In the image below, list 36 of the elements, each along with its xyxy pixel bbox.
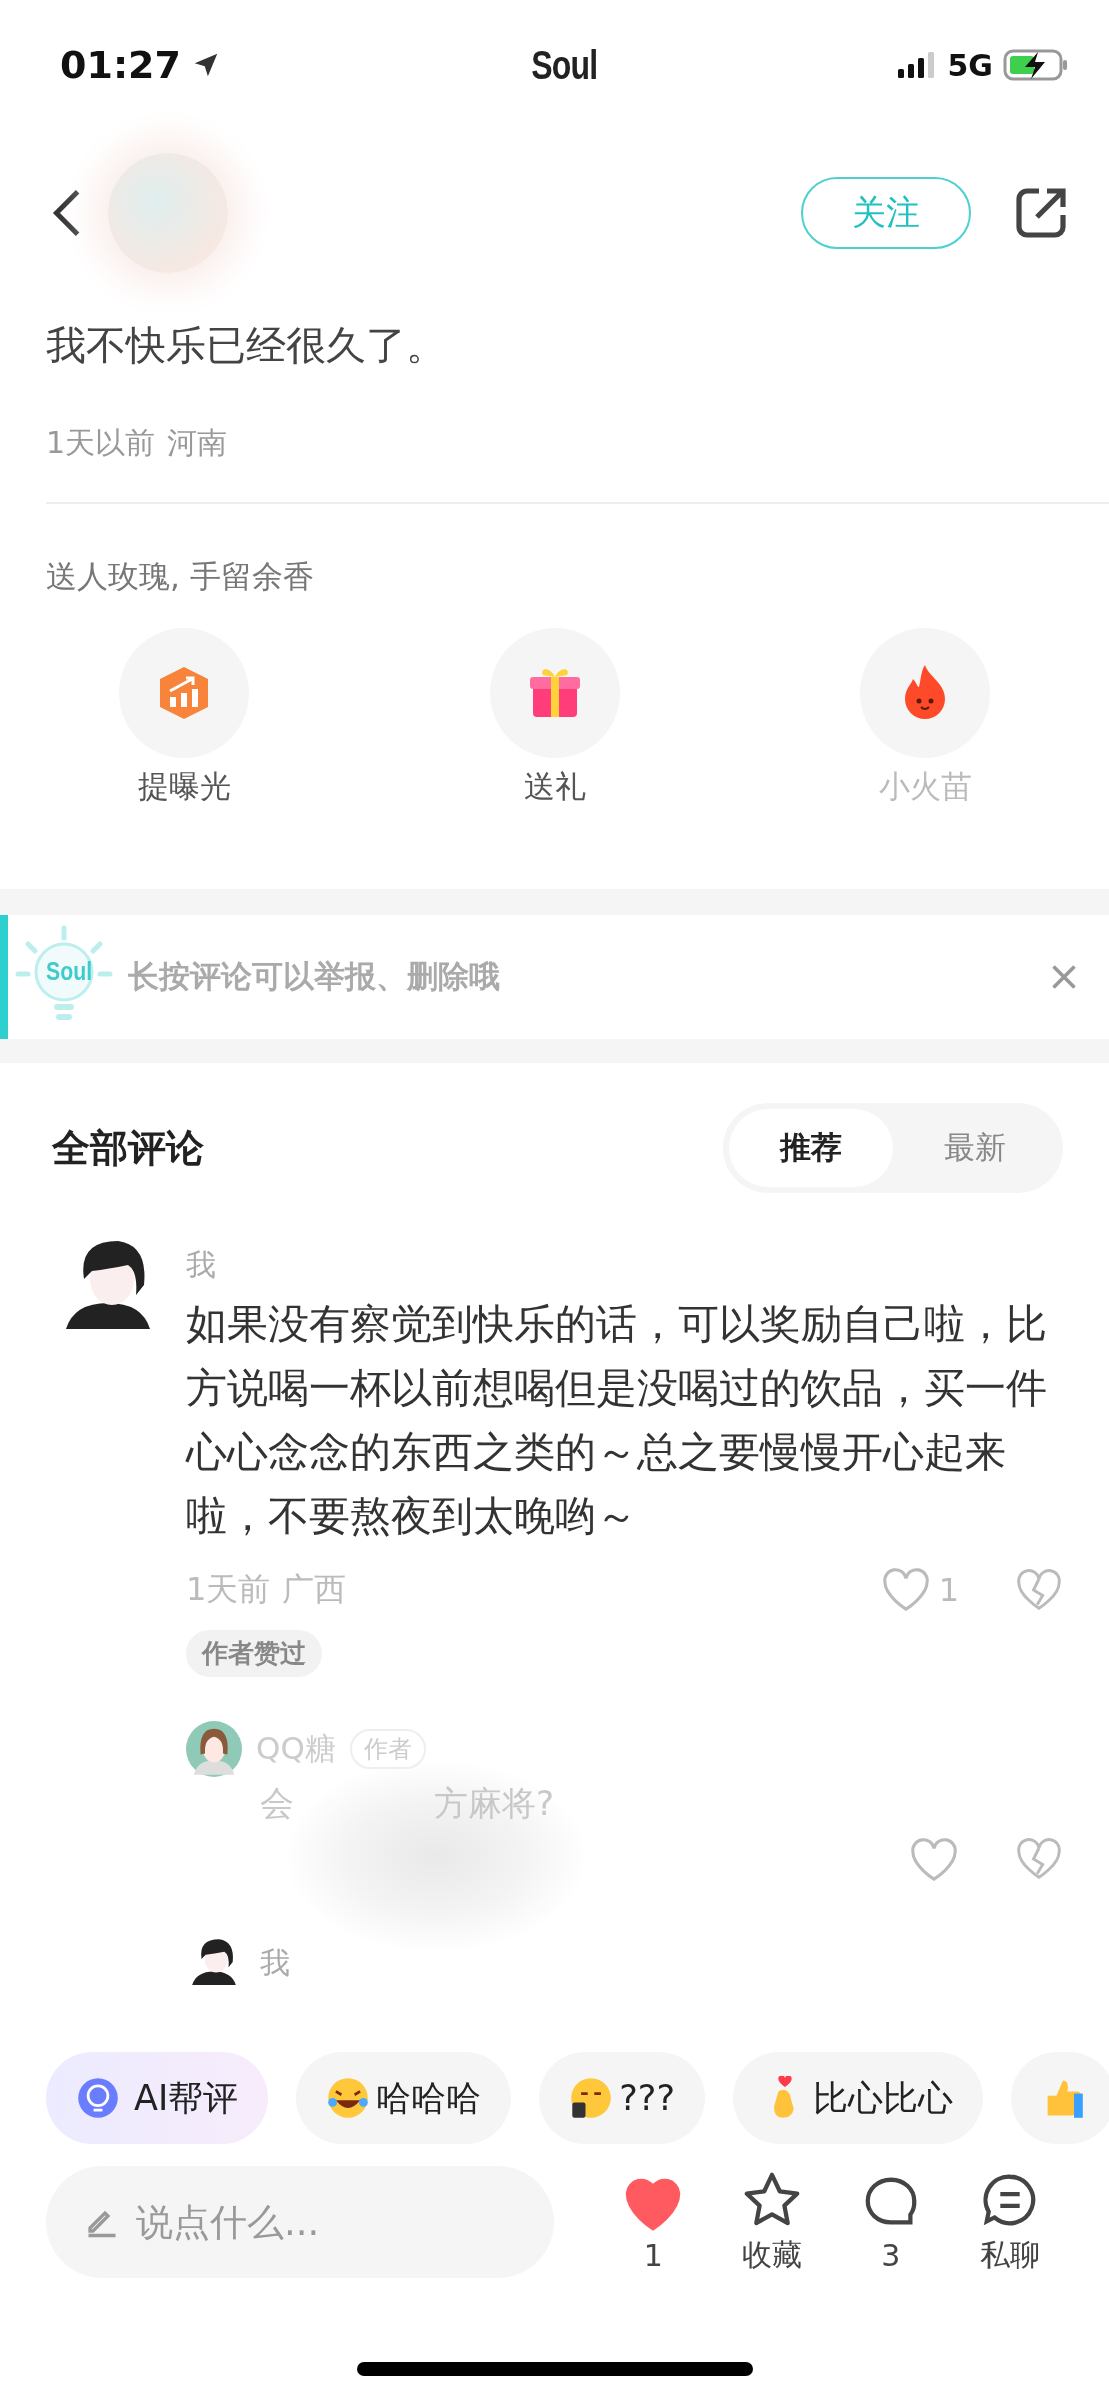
comment-input[interactable]: 说点什么... xyxy=(134,2199,438,2245)
heart-icon[interactable] xyxy=(909,1837,959,1883)
ai-bulb-icon xyxy=(76,2076,120,2120)
author-liked-badge: 作者赞过 xyxy=(186,1630,322,1677)
broken-heart-icon[interactable] xyxy=(1015,1568,1063,1612)
heart-icon[interactable] xyxy=(880,1567,931,1613)
laughing-face-icon xyxy=(326,2076,371,2120)
gift-label: 小火苗 xyxy=(878,767,972,806)
battery-charging-icon xyxy=(1003,49,1069,81)
face-with-phone-icon xyxy=(569,2076,614,2120)
status-time: 01:27 xyxy=(60,43,181,87)
quick-reply-chip[interactable]: 比心比心 xyxy=(733,2052,983,2144)
post-text: 我不快乐已经很久了。 xyxy=(46,321,447,370)
comment-location: 广西 xyxy=(282,1569,347,1610)
logo-text: Soul xyxy=(46,957,93,986)
section-title: 全部评论 xyxy=(52,1124,204,1172)
like-count: 1 xyxy=(938,1571,959,1609)
post-location: 河南 xyxy=(167,424,228,462)
comment-time: 1天前 xyxy=(186,1569,271,1610)
network-label: 5G xyxy=(947,47,993,83)
sort-tab[interactable]: 推荐 xyxy=(729,1109,893,1187)
quick-reply-chip[interactable]: ??? xyxy=(539,2052,705,2144)
action-chat-button[interactable]: 私聊 xyxy=(950,2168,1069,2276)
quick-reply-chip[interactable]: 哈哈哈 xyxy=(296,2052,512,2144)
action-like-button[interactable]: 1 xyxy=(594,2171,713,2273)
gift-label: 送礼 xyxy=(523,767,586,806)
quick-reply-chip[interactable]: AI帮评 xyxy=(46,2052,269,2144)
gift-label: 提曝光 xyxy=(137,767,231,806)
comment-text: 如果没有察觉到快乐的话，可以奖励自己啦，比方说喝一杯以前想喝但是没喝过的饮品，买一件心心念念的东西之类的～总之要慢慢开心起来啦，不要熬夜到太晚哟～ xyxy=(186,1299,1048,1542)
action-star-button[interactable]: 收藏 xyxy=(712,2168,832,2276)
tip-text: 长按评论可以举报、删除哦 xyxy=(128,957,501,996)
app-name: Soul xyxy=(531,42,598,88)
post-time: 1天以前 xyxy=(46,424,156,462)
broken-heart-icon[interactable] xyxy=(1015,1837,1063,1881)
gifts-title: 送人玫瑰, 手留余香 xyxy=(46,557,315,596)
action-comment-button[interactable]: 3 xyxy=(831,2171,951,2273)
